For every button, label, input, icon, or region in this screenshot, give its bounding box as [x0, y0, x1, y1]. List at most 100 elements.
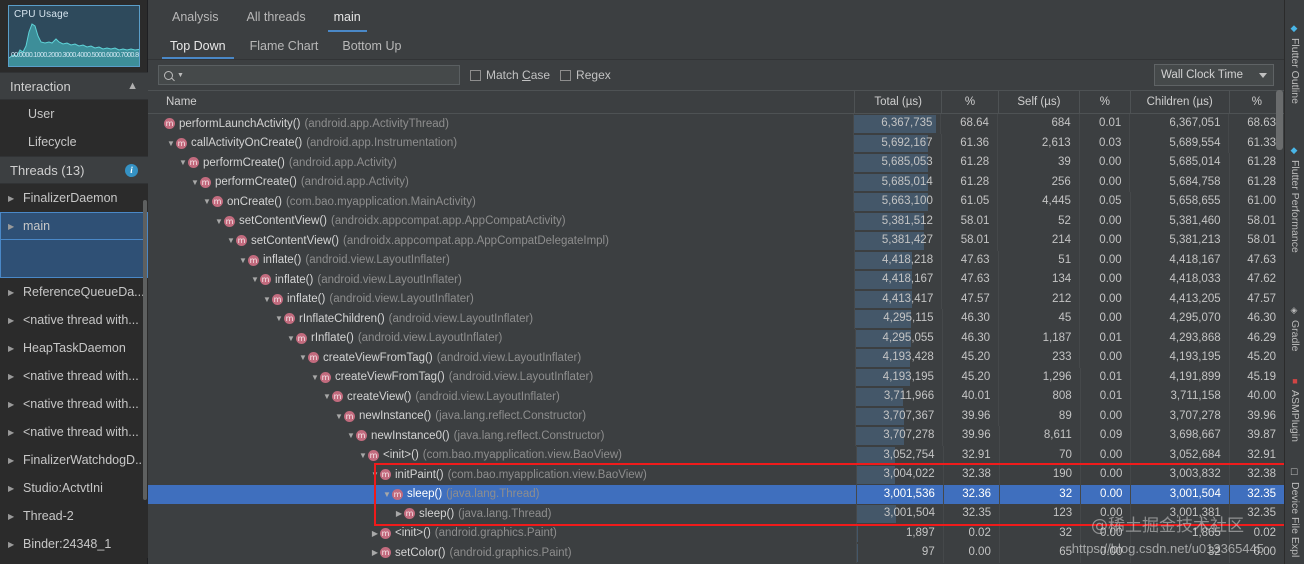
match-case-checkbox[interactable]: Match Case: [470, 68, 550, 82]
table-row[interactable]: ▼ m rInflate() (android.view.LayoutInflater…: [148, 328, 1284, 348]
chevron-down-icon[interactable]: ▼: [262, 295, 272, 304]
section-header-threads[interactable]: Threads (13) i: [0, 156, 148, 184]
chevron-down-icon[interactable]: ▼: [370, 470, 380, 479]
col-header-name[interactable]: Name: [148, 91, 855, 113]
chevron-down-icon[interactable]: ▼: [382, 490, 392, 499]
table-row[interactable]: ▼ m sleep() (java.lang.Thread) 3,001,536 32.3…: [148, 484, 1284, 504]
tool-button-asmplugin[interactable]: ■ ASMPlugin: [1285, 370, 1304, 442]
sidebar-item-lifecycle[interactable]: Lifecycle: [0, 128, 148, 156]
col-header-self-pct[interactable]: %: [1080, 91, 1131, 113]
sidebar-item-finalizerwatchdogdaemon[interactable]: ▶ FinalizerWatchdogD...: [0, 446, 148, 474]
left-panel-scrollbar[interactable]: [143, 200, 147, 500]
chevron-right-icon[interactable]: ▶: [8, 288, 16, 297]
table-row[interactable]: m performLaunchActivity() (android.app.Act…: [148, 114, 1284, 134]
table-row[interactable]: ▼ m createViewFromTag() (android.view.Layou…: [148, 348, 1284, 368]
chevron-down-icon[interactable]: ▼: [346, 431, 356, 440]
chevron-right-icon[interactable]: ▶: [8, 484, 16, 493]
chevron-down-icon[interactable]: ▼: [358, 451, 368, 460]
chevron-right-icon[interactable]: ▶: [8, 194, 16, 203]
col-header-children[interactable]: Children (µs): [1131, 91, 1230, 113]
table-row[interactable]: ▶ m <init>() (android.graphics.Paint) 1,897 0…: [148, 523, 1284, 543]
chevron-down-icon[interactable]: ▼: [190, 178, 200, 187]
info-icon[interactable]: i: [125, 163, 138, 177]
section-header-interaction[interactable]: Interaction ▲: [0, 72, 148, 100]
chevron-down-icon[interactable]: ▼: [166, 139, 176, 148]
chevron-right-icon[interactable]: ▶: [8, 316, 16, 325]
chevron-down-icon[interactable]: ▼: [226, 236, 236, 245]
table-row[interactable]: ▶ m sleep() (java.lang.Thread) 3,001,504 32.3…: [148, 504, 1284, 524]
checkbox-icon[interactable]: [470, 69, 481, 81]
chevron-down-icon[interactable]: ▼: [214, 217, 224, 226]
table-row[interactable]: ▼ m inflate() (android.view.LayoutInflater)…: [148, 289, 1284, 309]
chevron-right-icon[interactable]: ▶: [394, 509, 404, 518]
chevron-down-icon[interactable]: ▼: [238, 256, 248, 265]
table-row[interactable]: ▼ m performCreate() (android.app.Activity) 5…: [148, 172, 1284, 192]
chevron-right-icon[interactable]: ▶: [8, 344, 16, 353]
table-row[interactable]: ▼ m callActivityOnCreate() (android.app.Ins…: [148, 133, 1284, 153]
sidebar-item-user[interactable]: User: [0, 100, 148, 128]
col-header-total[interactable]: Total (µs): [855, 91, 943, 113]
chevron-down-icon[interactable]: [1259, 72, 1267, 78]
sidebar-item-main[interactable]: ▶ main: [0, 212, 148, 240]
search-input[interactable]: [186, 69, 454, 81]
table-row[interactable]: ▶ m setColor() (android.graphics.Paint) 97 0.…: [148, 543, 1284, 563]
chevron-down-icon[interactable]: ▼: [178, 158, 188, 167]
table-row[interactable]: ▼ m newInstance() (java.lang.reflect.Constr…: [148, 406, 1284, 426]
chevron-down-icon[interactable]: ▼: [310, 373, 320, 382]
cpu-usage-chart[interactable]: CPU Usage 00.00 00.10 00.20 00.30 00.40 …: [8, 5, 140, 67]
table-row[interactable]: ▼ m setContentView() (androidx.appcompat.ap…: [148, 231, 1284, 251]
chevron-right-icon[interactable]: ▶: [8, 428, 16, 437]
chevron-up-icon[interactable]: ▲: [127, 80, 138, 92]
tool-button-gradle[interactable]: ◈ Gradle: [1285, 300, 1304, 352]
sidebar-item-native-thread-2[interactable]: ▶ <native thread with...: [0, 362, 148, 390]
sidebar-item-referencequeuedaemon[interactable]: ▶ ReferenceQueueDa...: [0, 278, 148, 306]
table-row[interactable]: ▼ m initPaint() (com.bao.myapplication.view…: [148, 465, 1284, 485]
chevron-down-icon[interactable]: ▼: [274, 314, 284, 323]
checkbox-icon[interactable]: [560, 69, 572, 81]
tab-bottom-up[interactable]: Bottom Up: [330, 32, 413, 59]
tab-flame-chart[interactable]: Flame Chart: [238, 32, 331, 59]
main-thread-track[interactable]: [0, 240, 148, 278]
table-row[interactable]: ▼ m setContentView() (androidx.appcompat.ap…: [148, 211, 1284, 231]
tab-main[interactable]: main: [320, 2, 375, 32]
tool-button-flutter-outline[interactable]: ◆ Flutter Outline: [1285, 18, 1304, 104]
chevron-right-icon[interactable]: ▶: [8, 456, 16, 465]
tab-all-threads[interactable]: All threads: [233, 2, 320, 32]
chevron-down-icon[interactable]: ▼: [202, 197, 212, 206]
table-row[interactable]: ▼ m inflate() (android.view.LayoutInflater)…: [148, 270, 1284, 290]
chevron-down-icon[interactable]: ▼: [286, 334, 296, 343]
chevron-down-icon[interactable]: ▼: [322, 392, 332, 401]
chevron-down-icon[interactable]: ▼: [334, 412, 344, 421]
chevron-right-icon[interactable]: ▶: [8, 400, 16, 409]
chevron-down-icon[interactable]: ▼: [177, 72, 184, 79]
chevron-right-icon[interactable]: ▶: [370, 548, 380, 557]
table-row[interactable]: ▼ m <init>() (com.bao.myapplication.view.Ba…: [148, 445, 1284, 465]
chevron-down-icon[interactable]: ▼: [298, 353, 308, 362]
sidebar-item-studio-actvtini[interactable]: ▶ Studio:ActvtIni: [0, 474, 148, 502]
sidebar-item-native-thread-4[interactable]: ▶ <native thread with...: [0, 418, 148, 446]
tab-top-down[interactable]: Top Down: [158, 32, 238, 59]
table-row[interactable]: ▼ m performCreate() (android.app.Activity) 5…: [148, 153, 1284, 173]
tool-button-device-file-explorer[interactable]: ☐ Device File Expl: [1285, 462, 1304, 557]
search-box[interactable]: ▼: [158, 65, 460, 85]
table-scrollbar[interactable]: [1276, 90, 1283, 150]
table-row[interactable]: ▼ m inflate() (android.view.LayoutInflater)…: [148, 250, 1284, 270]
col-header-self[interactable]: Self (µs): [999, 91, 1081, 113]
tool-button-flutter-performance[interactable]: ◆ Flutter Performance: [1285, 140, 1304, 253]
table-row[interactable]: ▼ m createView() (android.view.LayoutInflat…: [148, 387, 1284, 407]
sidebar-item-native-thread-1[interactable]: ▶ <native thread with...: [0, 306, 148, 334]
sidebar-item-finalizerdaemon[interactable]: ▶ FinalizerDaemon: [0, 184, 148, 212]
table-row[interactable]: ▼ m rInflateChildren() (android.view.Layout…: [148, 309, 1284, 329]
sidebar-item-heaptaskdaemon[interactable]: ▶ HeapTaskDaemon: [0, 334, 148, 362]
chevron-right-icon[interactable]: ▶: [8, 512, 16, 521]
tab-analysis[interactable]: Analysis: [158, 2, 233, 32]
sidebar-item-native-thread-3[interactable]: ▶ <native thread with...: [0, 390, 148, 418]
chevron-right-icon[interactable]: ▶: [8, 372, 16, 381]
table-row[interactable]: ▼ m newInstance0() (java.lang.reflect.Const…: [148, 426, 1284, 446]
chevron-right-icon[interactable]: ▶: [370, 529, 380, 538]
chevron-down-icon[interactable]: ▼: [250, 275, 260, 284]
sidebar-item-thread-2[interactable]: ▶ Thread-2: [0, 502, 148, 530]
chevron-right-icon[interactable]: ▶: [8, 222, 16, 231]
clock-type-select[interactable]: Wall Clock Time: [1154, 64, 1274, 86]
table-row[interactable]: ▼ m createViewFromTag() (android.view.Layou…: [148, 367, 1284, 387]
